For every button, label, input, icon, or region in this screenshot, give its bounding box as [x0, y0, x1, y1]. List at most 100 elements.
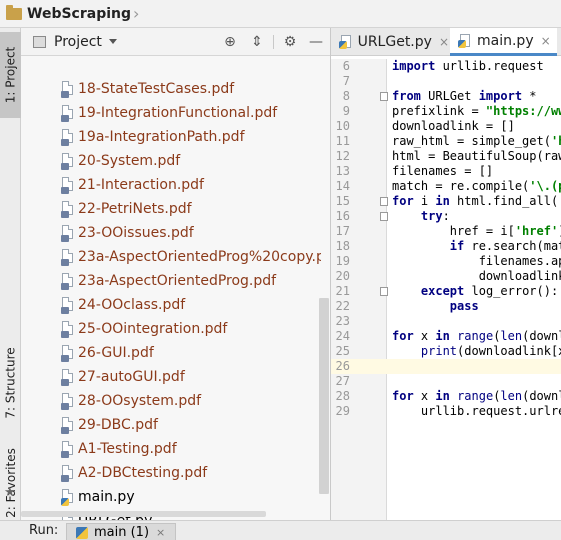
code-line[interactable]: 25 print(downloadlink[x: [331, 344, 561, 359]
project-tool-tab[interactable]: 1: Project: [0, 32, 21, 118]
favorites-tool-tab[interactable]: 2: Favorites: [0, 438, 21, 528]
file-name: 23-OOissues.pdf: [78, 225, 194, 241]
file-name: 22-PetriNets.pdf: [78, 201, 192, 217]
code-line[interactable]: 15 for i in html.find_all(': [331, 194, 561, 209]
python-run-icon: [76, 526, 88, 539]
code-editor: URLGet.py × main.py × 6 import urllib.req…: [331, 28, 561, 520]
code-line[interactable]: 6 import urllib.request: [331, 59, 561, 74]
code-line[interactable]: 7: [331, 74, 561, 89]
line-number: 10: [335, 119, 350, 133]
line-number: 28: [335, 389, 350, 403]
line-number: 27: [335, 374, 350, 388]
locate-icon[interactable]: ⊕: [221, 33, 239, 51]
code-line[interactable]: 24 for x in range(len(downlo: [331, 329, 561, 344]
code-line[interactable]: 8 from URLGet import *: [331, 89, 561, 104]
code-line[interactable]: 28 for x in range(len(downlo: [331, 389, 561, 404]
folder-icon: [6, 4, 22, 20]
breadcrumb-project[interactable]: WebScraping: [27, 6, 131, 22]
code-text: for x in range(len(downlo: [392, 329, 561, 343]
code-line[interactable]: 29 urllib.request.urlre: [331, 404, 561, 419]
run-label: Run:: [29, 523, 59, 538]
file-name: 19a-IntegrationPath.pdf: [78, 129, 245, 145]
project-view-selector[interactable]: Project: [54, 34, 102, 50]
code-line[interactable]: 21 except log_error():: [331, 284, 561, 299]
close-icon[interactable]: ×: [156, 526, 165, 539]
pdf-file-item[interactable]: A1-Testing.pdf: [61, 439, 177, 459]
code-line[interactable]: 23: [331, 314, 561, 329]
run-tab-main[interactable]: main (1) ×: [66, 523, 176, 540]
pdf-file-item[interactable]: 22-PetriNets.pdf: [61, 199, 192, 219]
collapse-all-icon[interactable]: ⇕: [248, 33, 266, 51]
file-name: A1-Testing.pdf: [78, 441, 177, 457]
close-icon[interactable]: ×: [439, 35, 449, 49]
pdf-file-icon: [61, 129, 74, 146]
line-number: 7: [342, 74, 350, 88]
python-file-item[interactable]: main.py: [61, 487, 135, 507]
fold-marker-icon[interactable]: [380, 287, 388, 296]
pdf-file-item[interactable]: 20-System.pdf: [61, 151, 180, 171]
code-text: if re.search(mat: [449, 239, 561, 253]
pdf-file-item[interactable]: 24-OOclass.pdf: [61, 295, 185, 315]
close-icon[interactable]: ×: [541, 34, 551, 48]
file-name: main.py: [78, 489, 135, 505]
structure-tool-tab-label: 7: Structure: [3, 347, 18, 419]
code-line[interactable]: 16 try:: [331, 209, 561, 224]
code-line[interactable]: 17 href = i['href']: [331, 224, 561, 239]
pdf-file-icon: [61, 297, 74, 314]
pdf-file-icon: [61, 81, 74, 98]
pdf-file-item[interactable]: 19a-IntegrationPath.pdf: [61, 127, 245, 147]
code-line[interactable]: 19 filenames.ap: [331, 254, 561, 269]
code-text: print(downloadlink[x: [420, 344, 561, 358]
pdf-file-item[interactable]: 29-DBC.pdf: [61, 415, 158, 435]
code-line[interactable]: 11 raw_html = simple_get('h: [331, 134, 561, 149]
chevron-down-icon[interactable]: [108, 39, 117, 44]
code-line[interactable]: 26: [331, 359, 561, 374]
pdf-file-item[interactable]: 26-GUI.pdf: [61, 343, 154, 363]
code-line[interactable]: 20 downloadlink: [331, 269, 561, 284]
code-line[interactable]: 14 match = re.compile('\.(p: [331, 179, 561, 194]
line-number: 29: [335, 404, 350, 418]
code-line[interactable]: 13 filenames = []: [331, 164, 561, 179]
project-panel-header: Project ⊕ ⇕ ⚙ —: [21, 28, 330, 56]
line-number: 25: [335, 344, 350, 358]
tab-urlget-py[interactable]: URLGet.py ×: [331, 28, 449, 56]
pdf-file-item[interactable]: 23a-AspectOrientedProg.pdf: [61, 271, 276, 291]
pdf-file-item[interactable]: 21-Interaction.pdf: [61, 175, 204, 195]
pdf-file-icon: [61, 393, 74, 410]
code-area[interactable]: 6 import urllib.request 7 8 from URLGet impo…: [331, 59, 561, 520]
pdf-file-item[interactable]: 28-OOsystem.pdf: [61, 391, 201, 411]
code-line[interactable]: 27: [331, 374, 561, 389]
gear-icon[interactable]: ⚙: [281, 33, 299, 51]
pdf-file-item[interactable]: A2-DBCtesting.pdf: [61, 463, 207, 483]
tab-main-py[interactable]: main.py ×: [450, 28, 557, 56]
pdf-file-item[interactable]: 23a-AspectOrientedProg%20copy.pdf: [61, 247, 321, 267]
code-line[interactable]: 22 pass: [331, 299, 561, 314]
line-number: 23: [335, 314, 350, 328]
line-number: 19: [335, 254, 350, 268]
hide-panel-icon[interactable]: —: [307, 33, 325, 51]
toolbar-divider: [273, 35, 274, 49]
code-line[interactable]: 10 downloadlink = []: [331, 119, 561, 134]
pdf-file-item[interactable]: 25-OOintegration.pdf: [61, 319, 227, 339]
pdf-file-icon: [61, 105, 74, 122]
project-view-icon: [33, 35, 46, 48]
pdf-file-item[interactable]: 23-OOissues.pdf: [61, 223, 194, 243]
pdf-file-item[interactable]: 19-IntegrationFunctional.pdf: [61, 103, 277, 123]
horizontal-scrollbar[interactable]: [21, 511, 266, 517]
pdf-file-item[interactable]: 18-StateTestCases.pdf: [61, 79, 234, 99]
run-tool-bar: Run: main (1) ×: [0, 520, 561, 540]
fold-marker-icon[interactable]: [380, 212, 388, 221]
code-text: urllib.request.urlre: [392, 404, 561, 418]
tab-label: URLGet.py: [357, 34, 432, 50]
code-line[interactable]: 18 if re.search(mat: [331, 239, 561, 254]
pdf-file-item[interactable]: 27-autoGUI.pdf: [61, 367, 185, 387]
code-line[interactable]: 12 html = BeautifulSoup(raw: [331, 149, 561, 164]
code-line[interactable]: 9 prefixlink = "https://www: [331, 104, 561, 119]
line-number: 22: [335, 299, 350, 313]
structure-tool-tab[interactable]: 7: Structure: [0, 328, 21, 438]
code-text: html = BeautifulSoup(raw: [392, 149, 561, 163]
fold-marker-icon[interactable]: [380, 197, 388, 206]
vertical-scrollbar-thumb[interactable]: [319, 298, 329, 494]
fold-marker-icon[interactable]: [380, 92, 388, 101]
line-number: 20: [335, 269, 350, 283]
